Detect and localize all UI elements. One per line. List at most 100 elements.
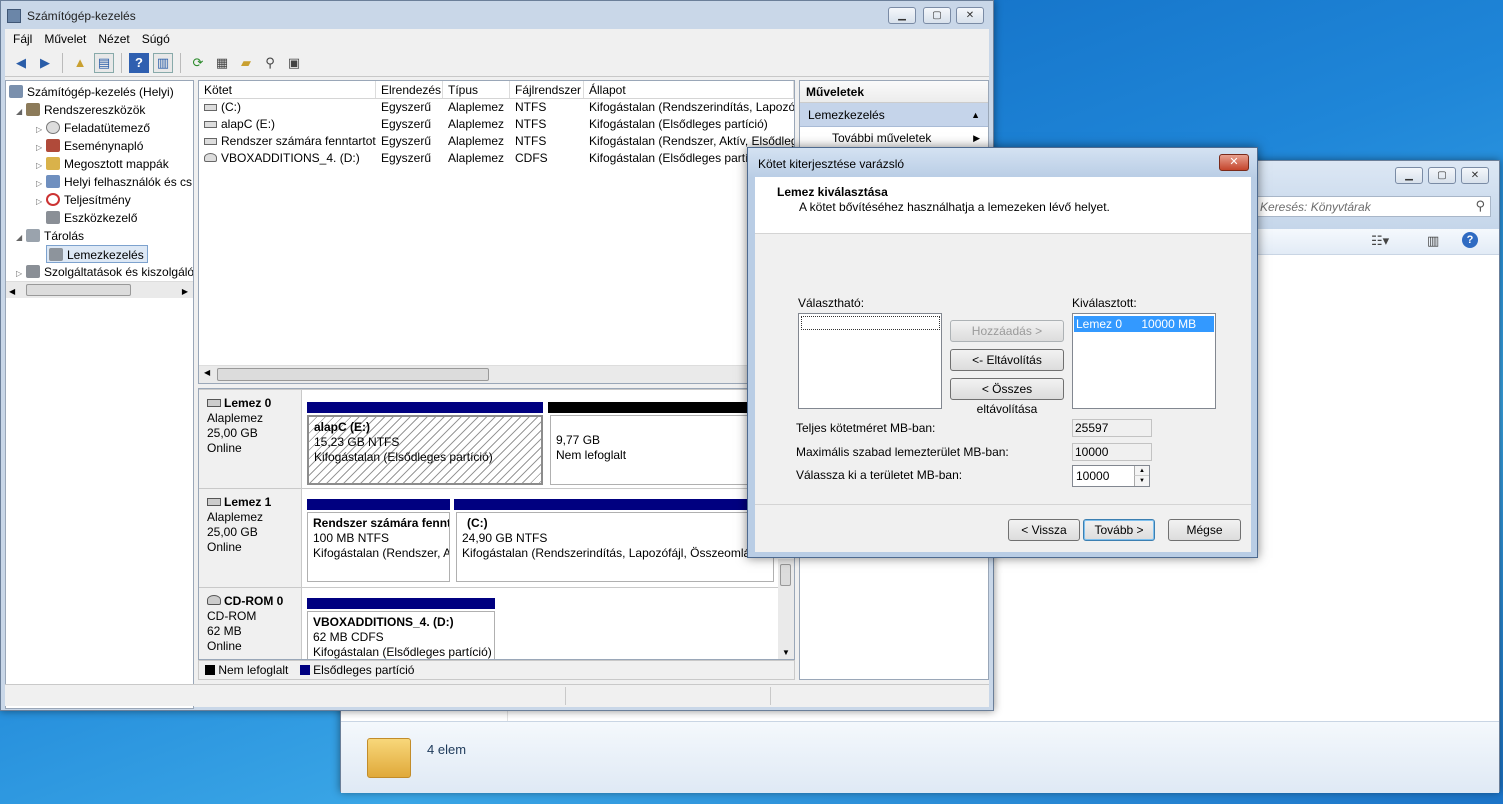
column-header-layout[interactable]: Elrendezés xyxy=(376,81,443,98)
back-arrow-icon[interactable]: ◀ xyxy=(11,53,31,73)
scroll-thumb[interactable] xyxy=(217,368,489,381)
space-spinbox[interactable]: 10000 ▲ ▼ xyxy=(1072,465,1150,487)
disk-row[interactable]: CD-ROM 0 CD-ROM 62 MB Online VBOXADDITIO… xyxy=(199,587,794,659)
scroll-thumb[interactable] xyxy=(26,284,131,296)
volume-list-hscrollbar[interactable]: ◀ xyxy=(199,365,794,383)
spin-down-icon[interactable]: ▼ xyxy=(1134,476,1149,486)
cancel-button[interactable]: Mégse xyxy=(1168,519,1241,541)
tree-item-performance[interactable]: ▷ Teljesítmény xyxy=(6,191,193,209)
menu-action[interactable]: Művelet xyxy=(38,32,92,46)
close-button[interactable]: ✕ xyxy=(1461,167,1489,184)
show-tree-icon[interactable]: ▤ xyxy=(94,52,114,73)
tree-item-event-viewer[interactable]: ▷ Eseménynapló xyxy=(6,137,193,155)
scroll-thumb[interactable] xyxy=(780,564,791,586)
column-header-filesystem[interactable]: Fájlrendszer xyxy=(510,81,584,98)
table-row[interactable]: (C:) Egyszerű Alaplemez NTFS Kifogástala… xyxy=(199,99,794,116)
action-pane-icon[interactable]: ▥ xyxy=(153,52,173,73)
close-button[interactable]: ✕ xyxy=(956,7,984,24)
spin-up-icon[interactable]: ▲ xyxy=(1134,466,1149,476)
menu-view[interactable]: Nézet xyxy=(92,32,135,46)
cd-drive-icon xyxy=(204,153,217,162)
table-row[interactable]: Rendszer számára fenntartott Egyszerű Al… xyxy=(199,133,794,150)
search-icon[interactable]: ⚲ xyxy=(1475,198,1485,214)
status-divider xyxy=(565,687,566,705)
partition-c[interactable]: (C:) 24,90 GB NTFS Kifogástalan (Rendsze… xyxy=(456,512,774,582)
help-icon[interactable]: ? xyxy=(129,52,149,73)
disk-view-vscrollbar[interactable]: ▼ xyxy=(778,559,794,659)
table-row[interactable]: VBOXADDITIONS_4. (D:) Egyszerű Alaplemez… xyxy=(199,150,794,167)
tree-item-disk-management[interactable]: Lemezkezelés xyxy=(6,245,193,263)
selected-list[interactable]: Lemez 0 10000 MB xyxy=(1072,313,1216,409)
list-item[interactable]: Lemez 0 10000 MB xyxy=(1074,316,1214,332)
view-options-icon[interactable]: ☷▾ xyxy=(1371,233,1389,249)
cd-drive-icon xyxy=(207,595,221,605)
minimize-button[interactable]: ▁ xyxy=(888,7,916,24)
tree-item-task-scheduler[interactable]: ▷ Feladatütemező xyxy=(6,119,193,137)
space-input[interactable]: 10000 xyxy=(1076,469,1109,483)
tree-item-local-users[interactable]: ▷ Helyi felhasználók és cs xyxy=(6,173,193,191)
collapse-arrow-icon[interactable]: ▲ xyxy=(971,103,980,127)
maximize-button[interactable]: ▢ xyxy=(1428,167,1456,184)
tree-item-computer-management[interactable]: Számítógép-kezelés (Helyi) xyxy=(6,83,193,101)
table-row[interactable]: alapC (E:) Egyszerű Alaplemez NTFS Kifog… xyxy=(199,116,794,133)
computer-management-icon xyxy=(9,85,23,98)
scroll-left-arrow-icon[interactable]: ◀ xyxy=(204,368,210,377)
wizard-heading: Lemez kiválasztása xyxy=(777,185,888,199)
remove-all-button[interactable]: < Összes eltávolítása xyxy=(950,378,1064,416)
next-button[interactable]: Tovább > xyxy=(1083,519,1155,541)
selected-label: Kiválasztott: xyxy=(1072,296,1137,310)
forward-arrow-icon[interactable]: ▶ xyxy=(35,53,55,73)
up-folder-icon[interactable]: ▲ xyxy=(70,53,90,73)
navigation-tree: Számítógép-kezelés (Helyi) ◢ Rendszereszk… xyxy=(5,80,194,709)
toolbar: ◀ ▶ ▲ ▤ ? ▥ ⟳ ▦ ▰ ⚲ ▣ xyxy=(5,49,989,77)
drive-icon xyxy=(204,121,217,128)
tree-horizontal-scrollbar[interactable]: ◀ ▶ xyxy=(6,281,193,298)
scroll-left-arrow-icon[interactable]: ◀ xyxy=(9,283,15,301)
primary-partition-bar xyxy=(454,499,774,510)
menu-help[interactable]: Súgó xyxy=(136,32,176,46)
menu-file[interactable]: Fájl xyxy=(7,32,38,46)
tree-item-shared-folders[interactable]: ▷ Megosztott mappák xyxy=(6,155,193,173)
add-button[interactable]: Hozzáadás > xyxy=(950,320,1064,342)
column-header-type[interactable]: Típus xyxy=(443,81,510,98)
scroll-down-arrow-icon[interactable]: ▼ xyxy=(782,648,790,657)
total-size-field: 25597 xyxy=(1072,419,1152,437)
back-button[interactable]: < Vissza xyxy=(1008,519,1080,541)
maximize-button[interactable]: ▢ xyxy=(923,7,951,24)
column-header-status[interactable]: Állapot xyxy=(584,81,794,98)
disk-row[interactable]: Lemez 0 Alaplemez 25,00 GB Online alapC … xyxy=(199,389,794,488)
available-label: Választható: xyxy=(798,296,865,310)
unallocated-legend-swatch xyxy=(205,665,215,675)
available-list[interactable] xyxy=(798,313,942,409)
search-input: Keresés: Könyvtárak xyxy=(1260,200,1371,214)
refresh-icon[interactable]: ⟳ xyxy=(188,53,208,73)
settings-icon[interactable]: ▣ xyxy=(284,53,304,73)
services-icon xyxy=(26,265,40,278)
scroll-right-arrow-icon[interactable]: ▶ xyxy=(182,283,188,301)
remove-button[interactable]: <- Eltávolítás xyxy=(950,349,1064,371)
partition-system-reserved[interactable]: Rendszer számára fennt 100 MB NTFS Kifog… xyxy=(307,512,450,582)
actions-section-disk-management[interactable]: Lemezkezelés ▲ xyxy=(800,103,988,127)
partition-alapc[interactable]: alapC (E:) 15,23 GB NTFS Kifogástalan (E… xyxy=(307,415,543,485)
minimize-button[interactable]: ▁ xyxy=(1395,167,1423,184)
properties-icon[interactable]: ▦ xyxy=(212,53,232,73)
open-folder-icon[interactable]: ▰ xyxy=(236,53,256,73)
details-pane: 4 elem xyxy=(341,721,1499,793)
partition-vboxadditions[interactable]: VBOXADDITIONS_4. (D:) 62 MB CDFS Kifogás… xyxy=(307,611,495,659)
max-space-label: Maximális szabad lemezterület MB-ban: xyxy=(796,445,1009,459)
disk-row[interactable]: Lemez 1 Alaplemez 25,00 GB Online Rendsz… xyxy=(199,488,794,587)
preview-pane-icon[interactable]: ▥ xyxy=(1427,233,1439,249)
tree-item-services[interactable]: ▷ Szolgáltatások és kiszolgáló xyxy=(6,263,193,281)
search-box[interactable]: Keresés: Könyvtárak ⚲ xyxy=(1253,196,1491,217)
search-icon[interactable]: ⚲ xyxy=(260,53,280,73)
hard-disk-icon xyxy=(207,399,221,407)
primary-partition-bar xyxy=(307,402,543,413)
tree-item-storage[interactable]: ◢ Tárolás xyxy=(6,227,193,245)
more-actions-item[interactable]: További műveletek ▶ xyxy=(800,127,988,149)
help-icon[interactable]: ? xyxy=(1462,232,1478,248)
column-header-volume[interactable]: Kötet xyxy=(199,81,376,98)
tree-item-device-manager[interactable]: Eszközkezelő xyxy=(6,209,193,227)
close-button[interactable]: ✕ xyxy=(1219,154,1249,171)
primary-partition-bar xyxy=(307,598,495,609)
tree-item-system-tools[interactable]: ◢ Rendszereszközök xyxy=(6,101,193,119)
